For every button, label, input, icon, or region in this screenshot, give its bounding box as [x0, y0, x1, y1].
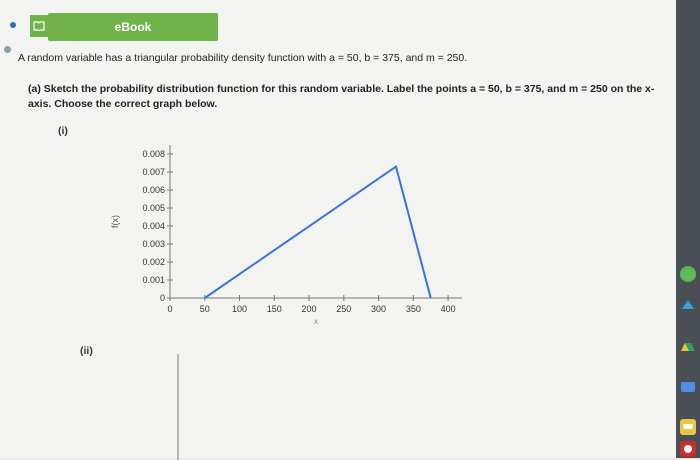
- ebook-button[interactable]: eBook: [48, 13, 218, 41]
- y-tick-label: 0.003: [142, 239, 165, 249]
- x-tick-label: 50: [200, 304, 210, 314]
- book-icon[interactable]: [30, 15, 48, 37]
- option-ii-label[interactable]: (ii): [80, 345, 93, 357]
- x-tick-label: 200: [302, 304, 317, 314]
- bullet-icon: [10, 22, 16, 28]
- x-tick-label: 400: [441, 304, 456, 314]
- x-tick-label: 300: [371, 304, 386, 314]
- ebook-label: eBook: [114, 20, 152, 34]
- y-tick-label: 0: [160, 293, 165, 303]
- x-tick-label: 100: [232, 304, 247, 314]
- y-tick-label: 0.001: [142, 275, 165, 285]
- y-tick-label: 0.008: [142, 149, 165, 159]
- extension-sidebar: [676, 0, 700, 458]
- chart-option-ii[interactable]: 0.0050.0060.0070.008: [120, 350, 360, 460]
- drive-icon[interactable]: [679, 338, 697, 356]
- y-tick-label: 0.004: [142, 221, 165, 231]
- extension-icon[interactable]: [679, 265, 697, 283]
- option-i-label[interactable]: (i): [58, 125, 68, 137]
- x-tick-label: 150: [267, 304, 282, 314]
- part-a-line-1: (a) Sketch the probability distribution …: [28, 83, 655, 95]
- extension-icon[interactable]: [679, 378, 697, 396]
- x-tick-label: 0: [167, 304, 172, 314]
- y-tick-label: 0.006: [142, 185, 165, 195]
- status-icon: [4, 46, 11, 53]
- x-tick-label: 250: [336, 304, 351, 314]
- chart-option-i[interactable]: 0 0.001 0.002 0.003 0.004 0.005 0.006 0.007 0.00…: [100, 135, 480, 335]
- y-axis-label: f(x): [110, 215, 120, 228]
- y-tick-label: 0.007: [142, 167, 165, 177]
- y-tick-label: 0.002: [142, 257, 165, 267]
- y-tick-label: 0.005: [142, 203, 165, 213]
- part-a-line-2: axis. Choose the correct graph below.: [28, 98, 218, 110]
- x-axis-label: x: [314, 317, 318, 326]
- density-line: [204, 164, 432, 299]
- problem-statement: A random variable has a triangular proba…: [18, 52, 468, 64]
- part-a-instructions: (a) Sketch the probability distribution …: [28, 82, 668, 112]
- extension-icon[interactable]: [679, 296, 697, 314]
- shopping-cart-icon[interactable]: [679, 418, 697, 436]
- extension-icon[interactable]: [679, 440, 697, 458]
- ebook-page: eBook A random variable has a triangular…: [0, 0, 676, 460]
- x-tick-label: 350: [406, 304, 421, 314]
